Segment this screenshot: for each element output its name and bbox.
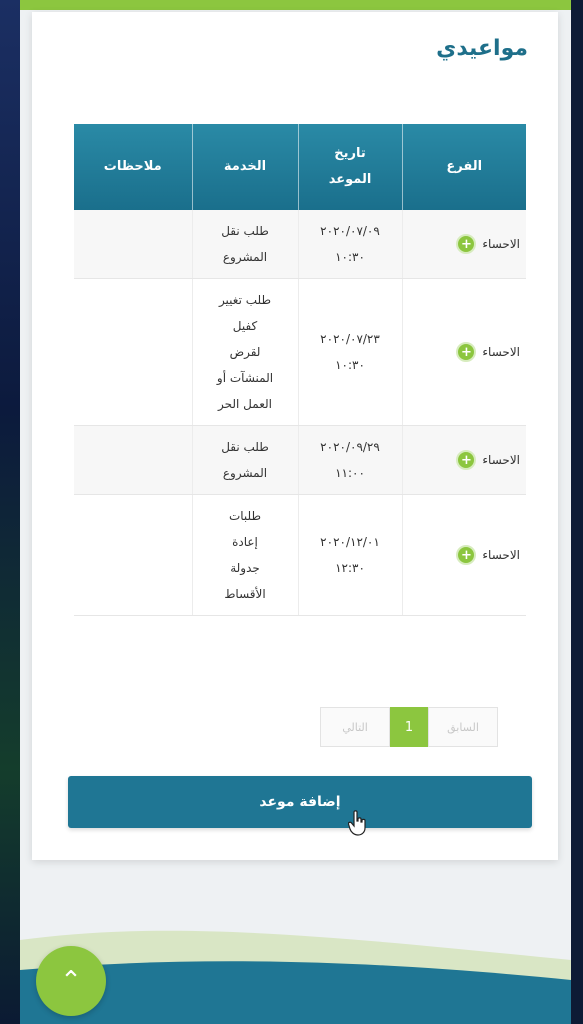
appointment-time: ١٠:٣٠: [335, 358, 365, 372]
service-line: طلبات: [228, 509, 262, 523]
table-row: الاحساء +٢٠٢٠/٠٩/٢٩ ١١:٠٠ طلب نقل المشروع: [74, 425, 526, 495]
cell-branch: الاحساء +: [401, 210, 526, 279]
service-line: المنشآت أو: [216, 371, 274, 385]
appointment-date: ٢٠٢٠/٠٧/٠٩: [320, 224, 380, 238]
header-date-line2: الموعد: [328, 172, 372, 187]
branch-label: الاحساء: [482, 345, 520, 359]
appointment-time: ١٢:٣٠: [335, 561, 365, 575]
plus-circle-icon[interactable]: +: [456, 450, 477, 470]
add-appointment-button[interactable]: إضافة موعد: [68, 776, 532, 828]
branch-cell-content: الاحساء +: [409, 231, 520, 257]
service-line: إعادة: [232, 535, 258, 549]
top-accent-bar: [20, 0, 571, 10]
branch-cell-content: الاحساء +: [409, 339, 520, 365]
service-line: المشروع: [222, 250, 268, 264]
service-line: الأقساط: [224, 587, 266, 601]
cell-date: ٢٠٢٠/٠٩/٢٩ ١١:٠٠: [297, 425, 402, 495]
appointment-time: ١٠:٣٠: [335, 250, 365, 264]
cell-service: طلب تغيير كفيل لقرض المنشآت أو العمل الحر: [191, 278, 298, 426]
background-left-strip: [0, 0, 20, 1024]
cell-date: ٢٠٢٠/٠٧/٠٩ ١٠:٣٠: [297, 210, 402, 279]
header-branch: الفرع: [401, 124, 526, 210]
table-header-row: الفرع تاريخ الموعد الخدمة ملاحظات: [74, 124, 526, 210]
cell-notes: [74, 210, 192, 279]
cell-notes: [74, 425, 192, 495]
service-line: طلب تغيير: [218, 293, 272, 307]
pagination-next-button[interactable]: التالي: [320, 707, 390, 747]
hand-cursor-icon: [348, 810, 366, 836]
pagination-page-1[interactable]: 1: [390, 707, 428, 747]
branch-label: الاحساء: [482, 453, 520, 467]
pagination-previous-button[interactable]: السابق: [428, 707, 498, 747]
header-notes: ملاحظات: [74, 124, 192, 210]
appointments-table: الفرع تاريخ الموعد الخدمة ملاحظات الاحسا…: [74, 124, 526, 616]
cell-branch: الاحساء +: [401, 494, 526, 616]
cell-branch: الاحساء +: [401, 425, 526, 495]
branch-label: الاحساء: [482, 548, 520, 562]
appointments-card: مواعيدي الفرع تاريخ الموعد الخدمة ملاحظا…: [32, 12, 558, 860]
cell-notes: [74, 278, 192, 426]
appointment-date: ٢٠٢٠/٠٧/٢٣: [320, 332, 380, 346]
service-line: العمل الحر: [218, 397, 272, 411]
service-line: المشروع: [222, 466, 268, 480]
cell-service: طلب نقل المشروع: [191, 210, 298, 279]
appointment-time: ١١:٠٠: [335, 466, 365, 480]
background-right-strip: [571, 0, 583, 1024]
branch-cell-content: الاحساء +: [409, 447, 520, 473]
cell-notes: [74, 494, 192, 616]
service-line: طلب نقل: [221, 224, 269, 238]
service-line: كفيل: [232, 319, 258, 333]
pagination: السابق 1 التالي: [320, 707, 498, 747]
appointment-date: ٢٠٢٠/٠٩/٢٩: [320, 440, 380, 454]
table-row: الاحساء +٢٠٢٠/١٢/٠١ ١٢:٣٠ طلبات إعادة جدولة ال…: [74, 494, 526, 616]
page-container: مواعيدي الفرع تاريخ الموعد الخدمة ملاحظا…: [20, 0, 571, 1024]
header-date-line1: تاريخ: [334, 146, 366, 161]
page-title: مواعيدي: [436, 36, 528, 61]
footer-decoration: [20, 930, 571, 1024]
plus-circle-icon[interactable]: +: [456, 234, 477, 254]
cell-date: ٢٠٢٠/٠٧/٢٣ ١٠:٣٠: [297, 278, 402, 426]
table-row: الاحساء +٢٠٢٠/٠٧/٢٣ ١٠:٣٠ طلب تغيير كفيل لقرض…: [74, 278, 526, 426]
service-line: طلب نقل: [221, 440, 269, 454]
cell-service: طلب نقل المشروع: [191, 425, 298, 495]
chevron-up-icon: ⌃: [60, 966, 82, 996]
branch-cell-content: الاحساء +: [409, 542, 520, 568]
table-row: الاحساء +٢٠٢٠/٠٧/٠٩ ١٠:٣٠ طلب نقل المشروع: [74, 210, 526, 279]
service-line: جدولة: [230, 561, 260, 575]
branch-label: الاحساء: [482, 237, 520, 251]
cell-branch: الاحساء +: [401, 278, 526, 426]
plus-circle-icon[interactable]: +: [456, 545, 477, 565]
header-date: تاريخ الموعد: [297, 124, 402, 210]
appointment-date: ٢٠٢٠/١٢/٠١: [320, 535, 380, 549]
cell-service: طلبات إعادة جدولة الأقساط: [191, 494, 298, 616]
plus-circle-icon[interactable]: +: [456, 342, 477, 362]
cell-date: ٢٠٢٠/١٢/٠١ ١٢:٣٠: [297, 494, 402, 616]
service-line: لقرض: [229, 345, 261, 359]
header-service: الخدمة: [191, 124, 298, 210]
scroll-to-top-button[interactable]: ⌃: [36, 946, 106, 1016]
